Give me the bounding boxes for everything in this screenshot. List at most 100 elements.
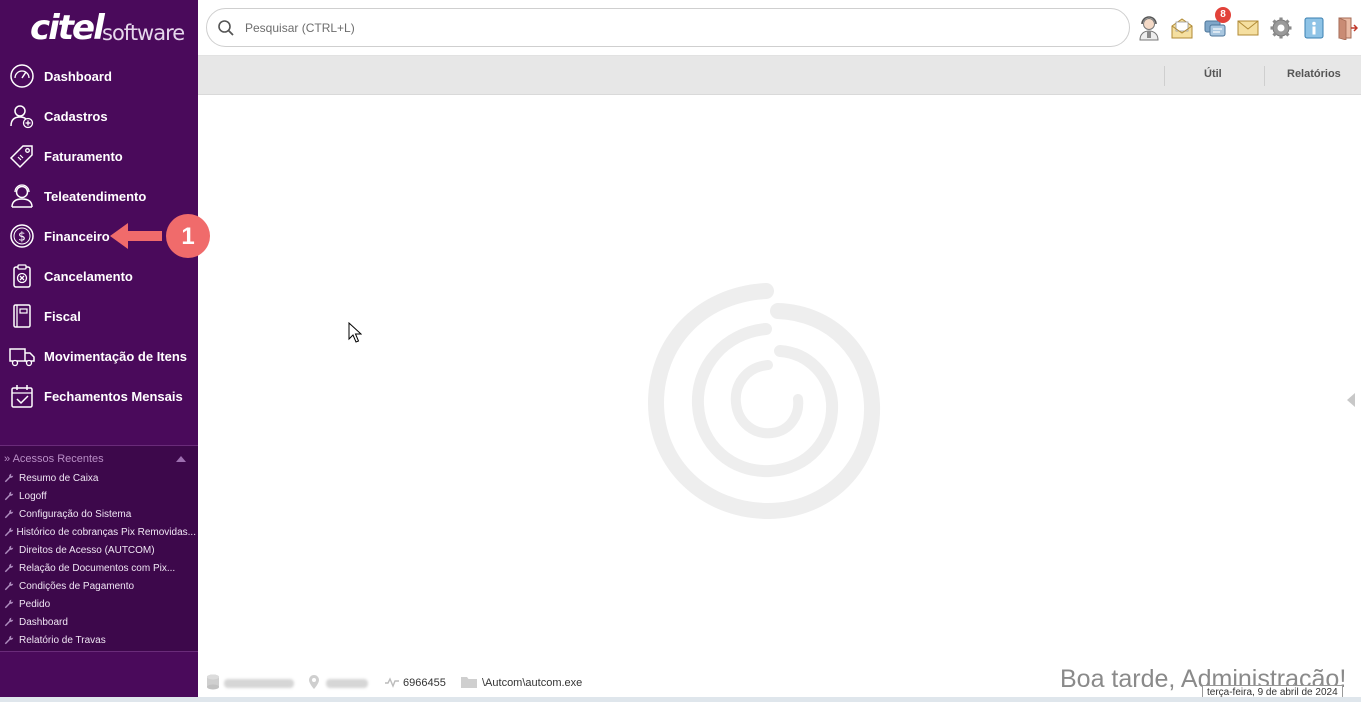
sidebar-item-label: Fiscal [44,308,81,324]
recent-access-item[interactable]: Dashboard [4,614,196,630]
mail-open-icon[interactable] [1169,14,1195,42]
folder-icon [460,675,478,692]
wrench-icon [4,526,16,538]
search-box[interactable] [206,8,1130,47]
exit-door-icon[interactable] [1334,14,1360,42]
executable-path: \Autcom\autcom.exe [482,677,583,689]
wrench-icon [4,598,19,610]
recent-access-label: Configuração do Sistema [19,508,132,520]
recent-access-header[interactable]: » Acessos Recentes [4,452,192,466]
process-id: 6966455 [403,677,446,689]
recent-access-item[interactable]: Relação de Documentos com Pix... [4,560,196,576]
recent-access-panel: » Acessos Recentes Resumo de Caixa Logoff… [0,445,198,652]
step-annotation: 1 [110,214,210,258]
sidebar-item-fechamentos[interactable]: Fechamentos Mensais [0,376,198,416]
location-pin-icon [308,674,320,693]
sidebar-item-cadastros[interactable]: Cadastros [0,96,198,136]
sidebar-item-faturamento[interactable]: Faturamento [0,136,198,176]
sidebar-item-label: Dashboard [44,68,112,84]
sidebar-item-label: Cadastros [44,108,108,124]
recent-access-item[interactable]: Logoff [4,488,196,504]
gear-icon[interactable] [1268,14,1294,42]
relatorios-menu[interactable]: Relatórios [1287,68,1341,80]
recent-access-label: Condições de Pagamento [19,580,135,592]
support-agent-icon[interactable] [1136,14,1162,42]
side-panel-toggle-icon[interactable] [1345,392,1357,408]
database-status [206,674,294,693]
tool-bar: Útil Relatórios [198,56,1361,95]
window-bottom-border [0,697,1361,702]
recent-access-label: Relatório de Travas [19,634,106,646]
activity-pulse-icon [384,676,400,691]
wrench-icon [4,616,19,628]
mouse-cursor-icon [348,322,362,343]
recent-access-item[interactable]: Relatório de Travas [4,632,196,648]
wrench-icon [4,490,19,502]
sidebar-item-label: Faturamento [44,148,123,164]
ledger-book-icon [0,296,44,336]
recent-access-label: Histórico de cobranças Pix Removidas... [16,526,196,538]
spiral-watermark-icon [648,283,881,519]
wrench-icon [4,544,19,556]
sidebar-item-cancelamento[interactable]: Cancelamento [0,256,198,296]
recent-access-item[interactable]: Condições de Pagamento [4,578,196,594]
svg-text:$: $ [18,230,26,244]
envelope-icon[interactable] [1235,14,1261,42]
recent-access-item[interactable]: Configuração do Sistema [4,506,196,522]
location-status [308,674,368,693]
headset-icon [0,176,44,216]
sidebar-item-label: Fechamentos Mensais [44,388,183,404]
delivery-truck-icon [0,336,44,376]
price-tag-icon [0,136,44,176]
sidebar-item-label: Movimentação de Itens [44,348,188,364]
wrench-icon [4,580,19,592]
sidebar-item-label: Teleatendimento [44,188,147,204]
speedometer-icon [0,56,44,96]
search-input[interactable] [245,20,1105,35]
sidebar-item-dashboard[interactable]: Dashboard [0,56,198,96]
brand-name: citel [30,8,105,48]
recent-access-label: Pedido [19,598,51,610]
user-add-icon [0,96,44,136]
sidebar-item-label: Cancelamento [44,268,133,284]
recent-access-title: » Acessos Recentes [4,453,104,465]
wrench-icon [4,472,19,484]
app-window: citel software Dashboard Cadastros Fatur… [0,0,1361,702]
sidebar-item-fiscal[interactable]: Fiscal [0,296,198,336]
recent-access-label: Dashboard [19,616,68,628]
recent-access-item[interactable]: Histórico de cobranças Pix Removidas... [4,524,196,540]
util-menu[interactable]: Útil [1204,68,1222,80]
dollar-coin-icon: $ [0,216,44,256]
step-number: 1 [181,223,194,250]
redacted-database-name [224,678,294,688]
sidebar-item-label: Financeiro [44,228,110,244]
redacted-location [326,678,368,688]
toolbar-divider [1264,66,1265,86]
wrench-icon [4,562,19,574]
recent-access-item[interactable]: Resumo de Caixa [4,470,196,486]
recent-access-label: Relação de Documentos com Pix... [19,562,176,574]
recent-access-label: Direitos de Acesso (AUTCOM) [19,544,155,556]
executable-path-status: \Autcom\autcom.exe [460,675,582,691]
recent-access-item[interactable]: Pedido [4,596,196,612]
sidebar-item-movimentacao[interactable]: Movimentação de Itens [0,336,198,376]
notification-badge: 8 [1215,7,1231,23]
database-icon [206,674,220,693]
brand-logo[interactable]: citel software [30,8,185,50]
main-content [198,95,1361,665]
top-bar: 8 [198,0,1361,56]
calendar-check-icon [0,376,44,416]
recent-access-label: Resumo de Caixa [19,472,99,484]
search-icon [207,8,245,47]
sidebar-item-teleatendimento[interactable]: Teleatendimento [0,176,198,216]
wrench-icon [4,508,19,520]
chat-messages-icon[interactable]: 8 [1202,7,1231,42]
collapse-arrow-icon[interactable] [176,456,186,462]
sidebar: citel software Dashboard Cadastros Fatur… [0,0,198,697]
info-icon[interactable] [1301,14,1327,42]
recent-access-label: Logoff [19,490,47,502]
recent-access-item[interactable]: Direitos de Acesso (AUTCOM) [4,542,196,558]
toolbar-divider [1164,66,1165,86]
wrench-icon [4,634,19,646]
process-status: 6966455 [384,675,446,691]
